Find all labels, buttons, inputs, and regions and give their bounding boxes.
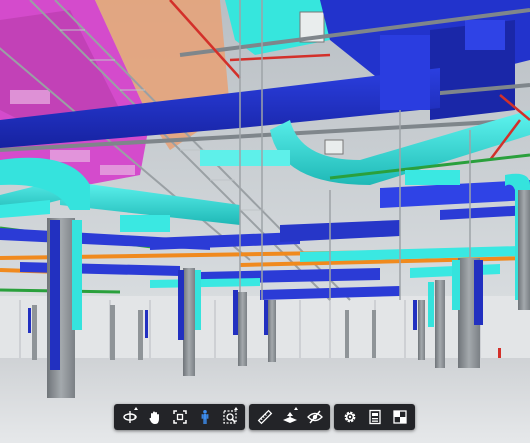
ruler-icon (257, 409, 272, 425)
fit-view-icon (172, 410, 187, 424)
section-button[interactable] (277, 404, 302, 430)
camera-button[interactable] (217, 404, 242, 430)
gear-icon (344, 411, 355, 423)
section-plane-icon (282, 412, 297, 423)
viewer-toolbar (114, 404, 415, 430)
floor (0, 358, 530, 443)
fit-to-view-button[interactable] (167, 404, 192, 430)
settings-button[interactable] (337, 404, 362, 430)
pan-button[interactable] (142, 404, 167, 430)
submenu-indicator-icon (234, 407, 238, 410)
pan-hand-icon (148, 411, 159, 424)
submenu-indicator-icon (134, 407, 138, 410)
submenu-indicator-icon (294, 407, 298, 410)
model-viewport[interactable] (0, 0, 530, 443)
model-browser-button[interactable] (362, 404, 387, 430)
camera-zoom-icon (222, 410, 237, 424)
orbit-button[interactable] (117, 404, 142, 430)
person-walk-icon (201, 410, 208, 424)
bim-3d-scene[interactable] (0, 0, 530, 443)
measure-button[interactable] (252, 404, 277, 430)
fullscreen-button[interactable] (387, 404, 412, 430)
toolbar-group (334, 404, 415, 430)
orbit-icon (122, 411, 137, 423)
toolbar-group (114, 404, 245, 430)
explode-button[interactable] (302, 404, 327, 430)
first-person-button[interactable] (192, 404, 217, 430)
model-browser-icon (368, 409, 381, 425)
hide-eye-icon (306, 410, 323, 424)
toolbar-group (249, 404, 330, 430)
fullscreen-icon (392, 410, 407, 424)
